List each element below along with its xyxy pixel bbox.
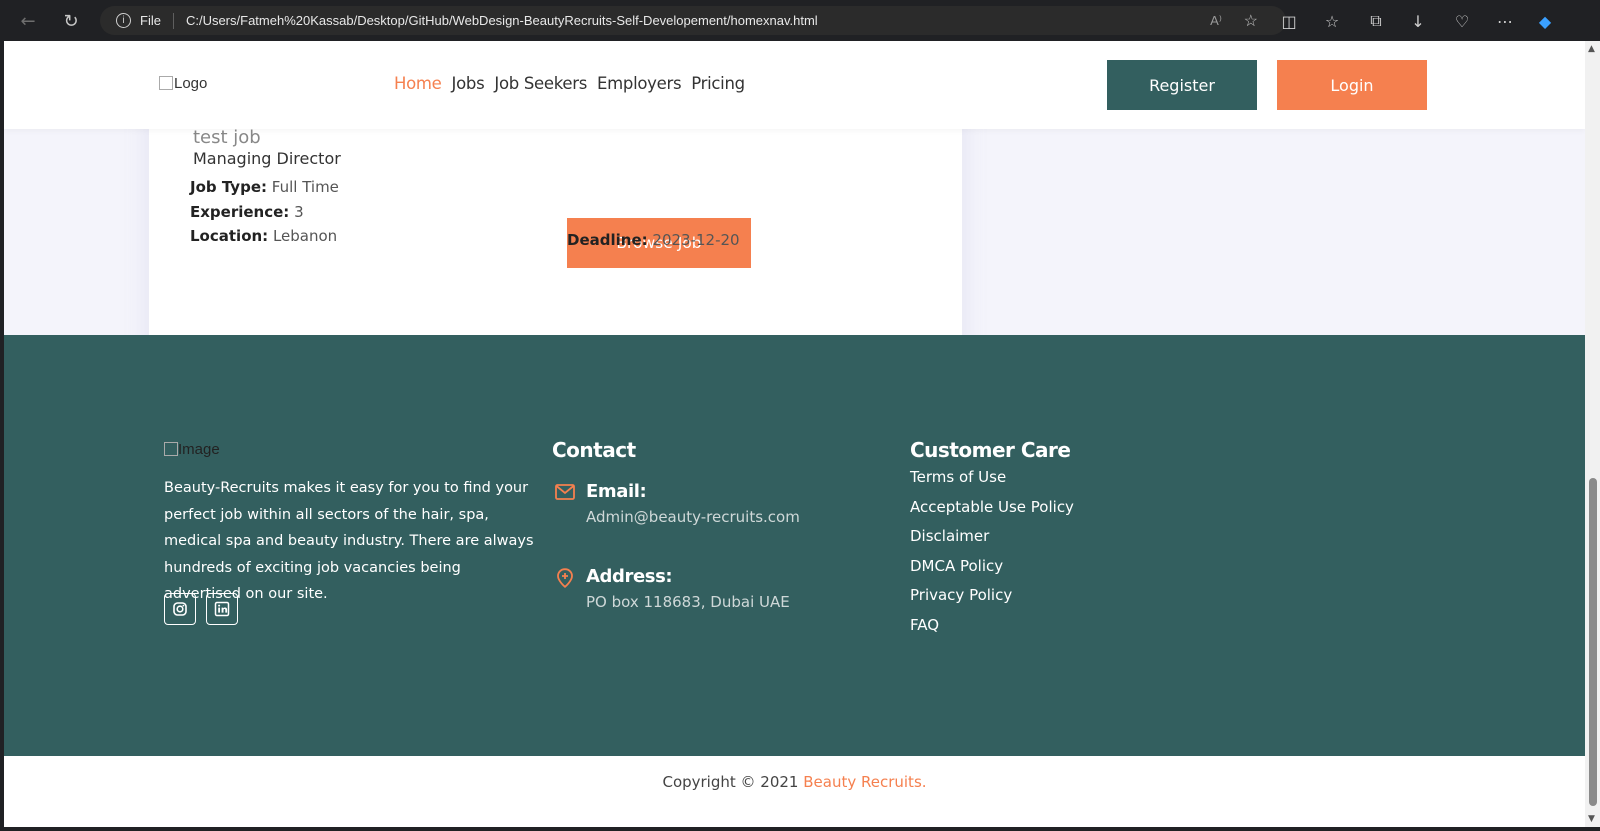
read-aloud-icon[interactable]: A⁾ <box>1210 13 1222 29</box>
broken-image-icon <box>159 76 173 90</box>
job-experience: Experience: 3 <box>190 203 304 221</box>
collections-icon[interactable]: ⧉ <box>1363 8 1389 34</box>
location-label: Location: <box>190 227 269 245</box>
customer-care-heading: Customer Care <box>910 438 1071 462</box>
job-location: Location: Lebanon <box>190 227 337 245</box>
site-header: Logo Home Jobs Job Seekers Employers Pri… <box>4 41 1585 129</box>
copyright-bar: Copyright © 2021 Beauty Recruits. <box>4 756 1585 827</box>
login-button[interactable]: Login <box>1277 60 1427 110</box>
nav-employers[interactable]: Employers <box>597 74 682 93</box>
copyright-brand[interactable]: Beauty Recruits. <box>803 773 926 791</box>
info-icon[interactable]: i <box>116 13 131 28</box>
address-bar[interactable]: i File C:/Users/Fatmeh%20Kassab/Desktop/… <box>100 6 1286 35</box>
nav-home[interactable]: Home <box>394 74 442 93</box>
register-button[interactable]: Register <box>1107 60 1257 110</box>
experience-value: 3 <box>294 203 304 221</box>
footer-link-dmca[interactable]: DMCA Policy <box>910 557 1074 587</box>
footer-logo: Image <box>164 441 220 458</box>
footer-link-faq[interactable]: FAQ <box>910 616 1074 646</box>
deadline-value: 2023-12-20 <box>652 231 740 249</box>
nav-pricing[interactable]: Pricing <box>691 74 745 93</box>
map-pin-icon <box>556 568 574 592</box>
nav-jobs[interactable]: Jobs <box>452 74 485 93</box>
experience-label: Experience: <box>190 203 290 221</box>
address-value: PO box 118683, Dubai UAE <box>586 593 790 611</box>
url-scheme: File <box>140 13 161 28</box>
job-type-label: Job Type: <box>190 178 267 196</box>
footer-link-disclaimer[interactable]: Disclaimer <box>910 527 1074 557</box>
performance-icon[interactable]: ♡ <box>1449 8 1475 34</box>
main-nav: Home Jobs Job Seekers Employers Pricing <box>394 74 745 93</box>
split-screen-icon[interactable]: ◫ <box>1276 8 1302 34</box>
site-logo[interactable]: Logo <box>159 75 207 92</box>
url-text[interactable]: C:/Users/Fatmeh%20Kassab/Desktop/GitHub/… <box>186 13 818 28</box>
job-type-value: Full Time <box>271 178 339 196</box>
scroll-down-icon[interactable]: ▼ <box>1588 814 1595 824</box>
logo-alt-text: Logo <box>174 75 208 92</box>
scrollbar-thumb[interactable] <box>1589 478 1597 806</box>
reload-icon[interactable]: ↻ <box>57 7 85 35</box>
web-page: Logo Home Jobs Job Seekers Employers Pri… <box>4 41 1585 827</box>
email-icon <box>555 484 575 504</box>
job-type: Job Type: Full Time <box>190 178 339 196</box>
broken-image-icon <box>164 442 178 456</box>
footer-link-privacy[interactable]: Privacy Policy <box>910 586 1074 616</box>
job-deadline: Deadline: 2023-12-20 <box>567 231 740 249</box>
address-label: Address: <box>586 566 673 587</box>
instagram-icon[interactable] <box>164 593 196 625</box>
favorite-star-icon[interactable]: ☆ <box>1244 11 1258 31</box>
copilot-icon[interactable]: ◆ <box>1532 8 1558 34</box>
footer-about-text: Beauty-Recruits makes it easy for you to… <box>164 480 534 602</box>
more-menu-icon[interactable]: ⋯ <box>1492 8 1518 34</box>
url-separator <box>172 12 174 29</box>
copyright-prefix: Copyright © 2021 <box>662 773 804 791</box>
contact-heading: Contact <box>552 438 636 462</box>
job-company: Managing Director <box>193 149 341 168</box>
back-icon[interactable]: ← <box>14 7 42 35</box>
footer-link-acceptable-use[interactable]: Acceptable Use Policy <box>910 498 1074 528</box>
footer-link-terms[interactable]: Terms of Use <box>910 468 1074 498</box>
footer-image-alt: Image <box>178 441 220 458</box>
linkedin-icon[interactable] <box>206 593 238 625</box>
location-value: Lebanon <box>272 227 338 245</box>
favorites-icon[interactable]: ☆ <box>1319 8 1345 34</box>
job-title[interactable]: test job <box>193 127 261 148</box>
deadline-label: Deadline: <box>567 231 648 249</box>
customer-care-links: Terms of Use Acceptable Use Policy Discl… <box>910 468 1074 645</box>
scroll-up-icon[interactable]: ▲ <box>1588 44 1595 54</box>
nav-job-seekers[interactable]: Job Seekers <box>494 74 587 93</box>
site-footer: Image Beauty-Recruits makes it easy for … <box>4 335 1585 756</box>
email-label: Email: <box>586 481 647 502</box>
email-value[interactable]: Admin@beauty-recruits.com <box>586 508 800 526</box>
page-scrollbar[interactable]: ▲ ▼ <box>1585 41 1600 827</box>
browser-toolbar: ← ↻ i File C:/Users/Fatmeh%20Kassab/Desk… <box>0 0 1600 41</box>
copyright-text: Copyright © 2021 Beauty Recruits. <box>4 773 1585 791</box>
download-icon[interactable]: ↓ <box>1405 8 1431 34</box>
